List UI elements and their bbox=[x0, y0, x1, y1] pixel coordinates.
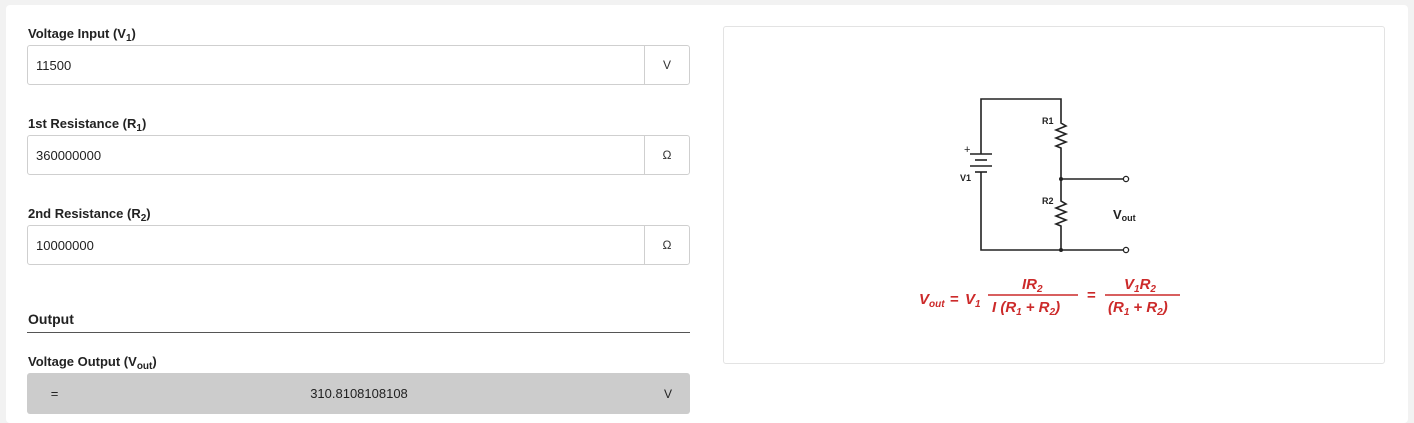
resistance-2-unit: Ω bbox=[644, 226, 689, 264]
battery-plus-label: + bbox=[964, 144, 970, 156]
r1-label: R1 bbox=[1042, 116, 1054, 126]
voltage-input[interactable] bbox=[28, 46, 644, 84]
output-value: 310.8108108108 bbox=[310, 386, 408, 401]
resistance-1-input[interactable] bbox=[28, 136, 644, 174]
resistor-r1 bbox=[1053, 119, 1069, 179]
fraction1-numerator: IR2 bbox=[1022, 276, 1043, 295]
wire-bottom bbox=[980, 177, 1124, 251]
wire-top bbox=[980, 98, 1062, 154]
fraction2-numerator: V1R2 bbox=[1124, 276, 1156, 295]
resistor-r2 bbox=[1053, 179, 1069, 250]
voltage-unit: V bbox=[644, 46, 689, 84]
resistance-2-input[interactable] bbox=[28, 226, 644, 264]
vout-terminal-bottom bbox=[1122, 246, 1130, 254]
junction-dot-bottom bbox=[1059, 248, 1063, 252]
voltage-output-field: = 310.8108108108 V bbox=[27, 373, 690, 414]
vout-formula: Vout = V1 IR2 I (R1 + R2) = V1R2 (R1 + R2) bbox=[919, 276, 1180, 318]
circuit-diagram-panel: R1 R2 V1 + Vout Vout = V1 IR2 I (R1 + R2)… bbox=[723, 26, 1385, 364]
resistance-2-group: Ω bbox=[27, 225, 690, 265]
fraction1-denominator: I (R1 + R2) bbox=[992, 299, 1060, 318]
junction-dot bbox=[1059, 177, 1063, 181]
resistance-1-unit: Ω bbox=[644, 136, 689, 174]
formula-equals-1: = bbox=[950, 291, 959, 308]
resistance-1-group: Ω bbox=[27, 135, 690, 175]
formula-equals-2: = bbox=[1087, 287, 1096, 304]
vout-terminal-top bbox=[1122, 175, 1130, 183]
output-unit: V bbox=[663, 386, 672, 401]
r2-label: R2 bbox=[1042, 196, 1054, 206]
formula-v1: V1 bbox=[965, 291, 981, 310]
resistance-1-label: 1st Resistance (R1) bbox=[28, 116, 147, 134]
output-equals: = bbox=[50, 386, 59, 401]
vout-label: Vout bbox=[1113, 207, 1136, 223]
voltage-input-label: Voltage Input (V1) bbox=[28, 26, 136, 44]
fraction2-denominator: (R1 + R2) bbox=[1108, 299, 1168, 318]
v1-label: V1 bbox=[960, 173, 971, 183]
formula-lhs: Vout bbox=[919, 291, 945, 310]
output-section-title: Output bbox=[28, 311, 74, 327]
voltage-divider-diagram: R1 R2 V1 + Vout Vout = V1 IR2 I (R1 + R2)… bbox=[919, 98, 1180, 318]
output-divider bbox=[27, 332, 690, 333]
resistance-2-label: 2nd Resistance (R2) bbox=[28, 206, 151, 224]
voltage-output-label: Voltage Output (Vout) bbox=[28, 354, 157, 372]
voltage-input-group: V bbox=[27, 45, 690, 85]
